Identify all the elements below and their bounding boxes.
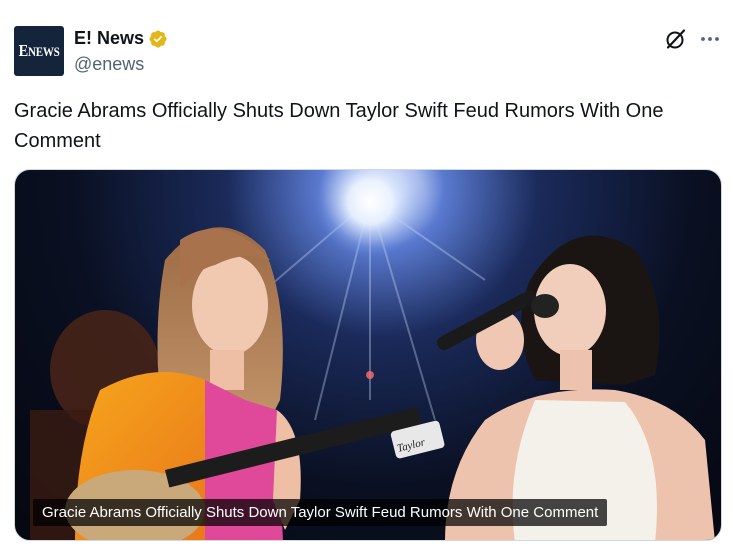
grok-icon[interactable]	[664, 27, 688, 51]
author-name-row[interactable]: E! News	[74, 28, 168, 49]
author-display-name[interactable]: E! News	[74, 28, 144, 49]
concert-photo: Taylor	[30, 170, 715, 540]
verified-badge-icon[interactable]	[148, 29, 168, 49]
author-handle[interactable]: @enews	[74, 54, 144, 75]
enews-logo: ENEWS	[18, 41, 60, 60]
post-text: Gracie Abrams Officially Shuts Down Tayl…	[14, 100, 664, 152]
photo-caption: Gracie Abrams Officially Shuts Down Tayl…	[33, 499, 608, 526]
post-photo[interactable]: Taylor Gracie Abrams Officially Shuts Do…	[14, 169, 722, 541]
more-options-icon[interactable]	[698, 27, 722, 51]
avatar[interactable]: ENEWS	[14, 26, 64, 76]
post-card[interactable]: ENEWS E! News @enews Gracie Abrams Offic…	[0, 0, 733, 551]
